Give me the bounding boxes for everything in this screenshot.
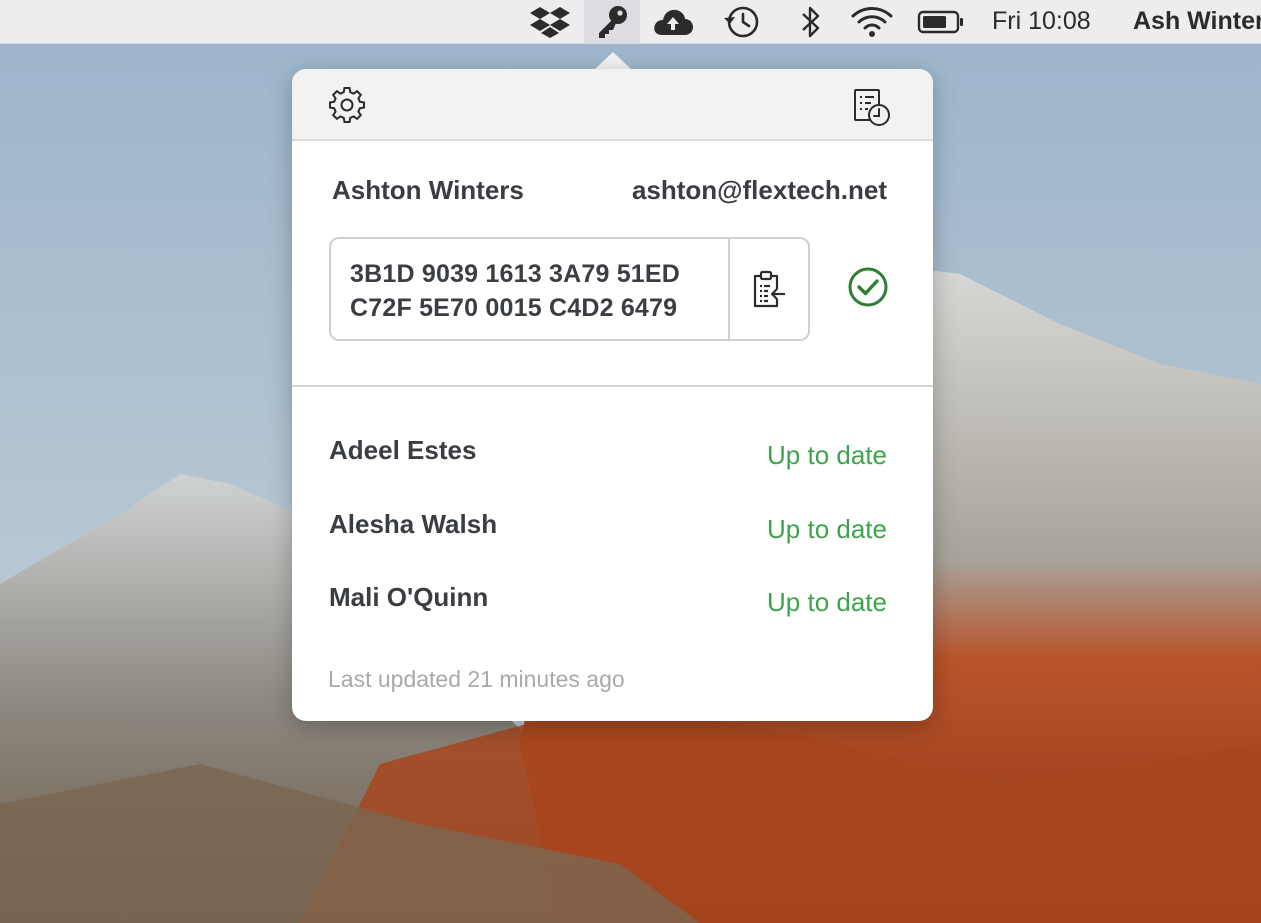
contact-name[interactable]: Mali O'Quinn — [329, 582, 488, 613]
key-icon[interactable] — [592, 4, 632, 40]
menu-user-name[interactable]: Ash Winters — [1133, 7, 1261, 36]
fingerprint-line-2: C72F 5E70 0015 C4D2 6479 — [350, 294, 678, 322]
history-log-icon[interactable] — [851, 87, 891, 127]
account-email: ashton@flextech.net — [631, 175, 887, 205]
fingerprint-line-1: 3B1D 9039 1613 3A79 51ED — [350, 260, 681, 288]
dropbox-icon[interactable] — [528, 4, 572, 40]
cloud-upload-icon[interactable] — [650, 4, 696, 40]
menu-clock[interactable]: Fri 10:08 — [992, 7, 1091, 36]
time-machine-icon[interactable] — [720, 4, 764, 40]
key-fingerprint-box: 3B1D 9039 1613 3A79 51ED C72F 5E70 0015 … — [329, 237, 810, 341]
last-updated-text: Last updated 21 minutes ago — [328, 666, 625, 692]
contact-status: Up to date — [767, 587, 887, 617]
battery-icon[interactable] — [916, 4, 966, 40]
copy-fingerprint-button[interactable] — [728, 239, 808, 339]
contact-status: Up to date — [767, 514, 887, 544]
gear-icon[interactable] — [327, 85, 367, 125]
check-circle-icon — [846, 265, 890, 309]
key-fingerprint[interactable]: 3B1D 9039 1613 3A79 51ED C72F 5E70 0015 … — [350, 257, 680, 325]
popover-arrow — [594, 52, 632, 70]
contact-status: Up to date — [767, 440, 887, 470]
contact-name[interactable]: Adeel Estes — [329, 435, 476, 466]
key-manager-popover: Ashton Winters ashton@flextech.net 3B1D … — [292, 69, 933, 721]
popover-header — [292, 69, 933, 141]
clipboard-copy-icon — [753, 270, 785, 308]
bluetooth-icon[interactable] — [796, 4, 826, 40]
wifi-icon[interactable] — [848, 4, 896, 40]
contact-name[interactable]: Alesha Walsh — [329, 509, 497, 540]
account-name: Ashton Winters — [332, 175, 524, 205]
menu-bar: Fri 10:08 Ash Winters — [0, 0, 1261, 44]
section-divider — [292, 385, 933, 387]
